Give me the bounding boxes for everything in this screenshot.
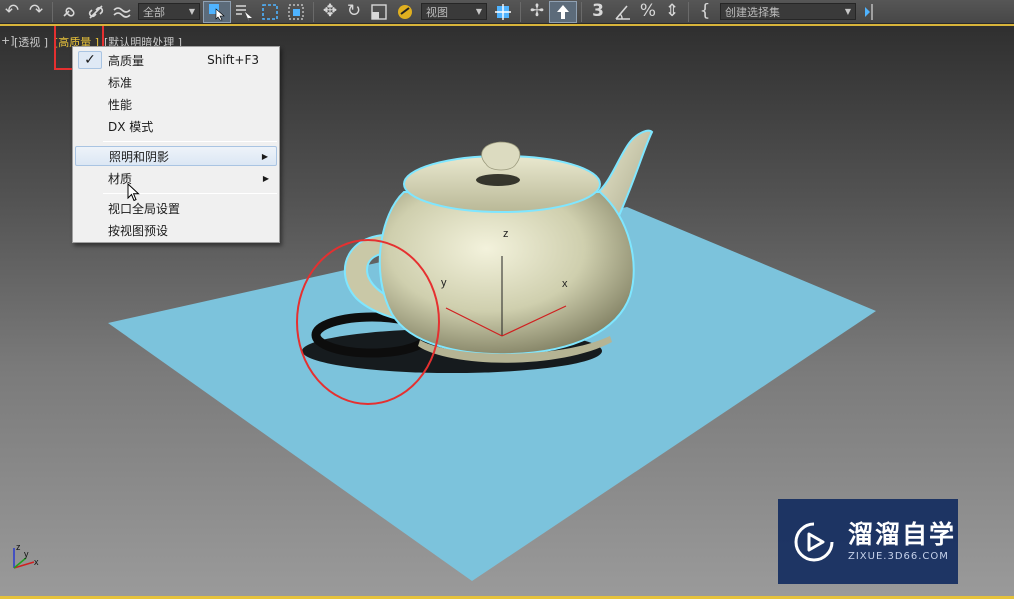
submenu-arrow-icon: ▶ [261,151,268,161]
menu-item-shortcut: Shift+F3 [207,53,259,67]
menu-item-performance[interactable]: 性能 [75,94,277,114]
main-toolbar: ↶ ↷ 全部 ▼ ✥ ↻ 视图 ▼ ✢ 3 % ⇕ {创建选择集 ▼ [0,0,1014,24]
selection-filter-value: 全部 [143,5,165,19]
chevron-down-icon: ▼ [475,7,482,16]
named-selection-set-dropdown[interactable]: 创建选择集 ▼ [720,3,856,20]
angle-snap-icon[interactable] [610,1,636,23]
mirror-icon[interactable] [859,1,885,23]
viewport-view-label[interactable]: [透视 ] [14,34,48,50]
select-object-icon[interactable] [203,0,231,23]
reference-coord-value: 视图 [426,5,448,19]
viewport-menu-label[interactable]: +] [1,34,15,47]
menu-item-label: 照明和阴影 [109,149,170,164]
tripod-z-label: z [16,542,21,552]
menu-item-standard[interactable]: 标准 [75,72,277,92]
named-selection-set-value: 创建选择集 [725,5,780,19]
menu-item-materials[interactable]: 材质 ▶ [75,168,277,188]
window-crossing-icon[interactable] [283,1,309,23]
toolbar-divider [313,1,314,22]
scale-icon[interactable] [366,1,392,23]
toolbar-divider [581,1,582,22]
menu-item-lighting-shadows[interactable]: 照明和阴影 ▶ [75,146,277,166]
mouse-cursor-icon [127,183,140,202]
perspective-viewport[interactable]: z x y z x y +] [透视 ] [高质量 ] [默认明暗处理 ] ✓ … [0,24,1014,596]
snaps-toggle-icon[interactable]: 3 [586,1,610,23]
checkmark-icon: ✓ [84,52,96,68]
menu-item-label: 按视图预设 [108,223,169,238]
shading-context-menu: ✓ 高质量 Shift+F3 标准 性能 DX 模式 照明和阴影 ▶ 材质 ▶ … [72,46,280,243]
chevron-down-icon: ▼ [188,7,195,16]
menu-item-label: DX 模式 [108,119,154,134]
gizmo-z-label: z [503,228,509,240]
play-logo-icon [794,522,834,561]
menu-item-high-quality[interactable]: ✓ 高质量 Shift+F3 [75,50,277,70]
move-icon[interactable]: ✥ [318,1,342,23]
keyboard-shortcut-override-icon[interactable] [549,0,577,23]
toolbar-divider [52,1,53,22]
gizmo-x-label: x [562,278,568,290]
place-icon[interactable] [392,1,418,23]
selection-filter-dropdown[interactable]: 全部 ▼ [138,3,200,20]
lid-knob [481,141,521,171]
menu-item-viewport-global-settings[interactable]: 视口全局设置 [75,198,277,218]
select-by-name-icon[interactable] [231,1,257,23]
undo-icon[interactable]: ↶ [0,1,24,23]
rect-selection-icon[interactable] [257,1,283,23]
pivot-center-icon[interactable] [490,1,516,23]
watermark-subtitle: ZIXUE.3D66.COM [848,550,949,562]
percent-snap-icon[interactable]: % [636,1,660,23]
watermark-title: 溜溜自学 [848,520,957,550]
watermark-logo: 溜溜自学 ZIXUE.3D66.COM [778,499,958,584]
rotate-icon[interactable]: ↻ [342,1,366,23]
chevron-down-icon: ▼ [844,7,851,16]
menu-item-label: 性能 [108,97,133,112]
menu-item-label: 高质量 [108,53,145,68]
toolbar-divider [520,1,521,22]
bind-spacewarp-icon[interactable] [109,1,135,23]
menu-item-per-view-preset[interactable]: 按视图预设 [75,220,277,240]
select-manipulate-icon[interactable]: ✢ [525,1,549,23]
spinner-snap-icon[interactable]: ⇕ [660,1,684,23]
submenu-arrow-icon: ▶ [262,173,269,183]
menu-item-label: 视口全局设置 [108,201,181,216]
tripod-x-label: x [34,557,39,567]
redo-icon[interactable]: ↷ [24,1,48,23]
link-icon[interactable] [57,1,83,23]
menu-item-dx-mode[interactable]: DX 模式 [75,116,277,136]
unlink-icon[interactable] [83,1,109,23]
teapot-body [378,191,635,356]
menu-item-label: 标准 [108,75,133,90]
gizmo-y-label: y [441,277,447,289]
edit-named-selection-icon[interactable]: { [693,1,717,23]
watermark-text: 溜溜自学 ZIXUE.3D66.COM [848,521,956,562]
viewport-active-border-top [0,24,1014,26]
snap-value: 3 [592,1,604,21]
lid-shadow [476,174,520,186]
menu-separator [103,141,277,142]
tripod-y-label: y [24,549,29,559]
toolbar-divider [688,1,689,22]
reference-coord-dropdown[interactable]: 视图 ▼ [421,3,487,20]
